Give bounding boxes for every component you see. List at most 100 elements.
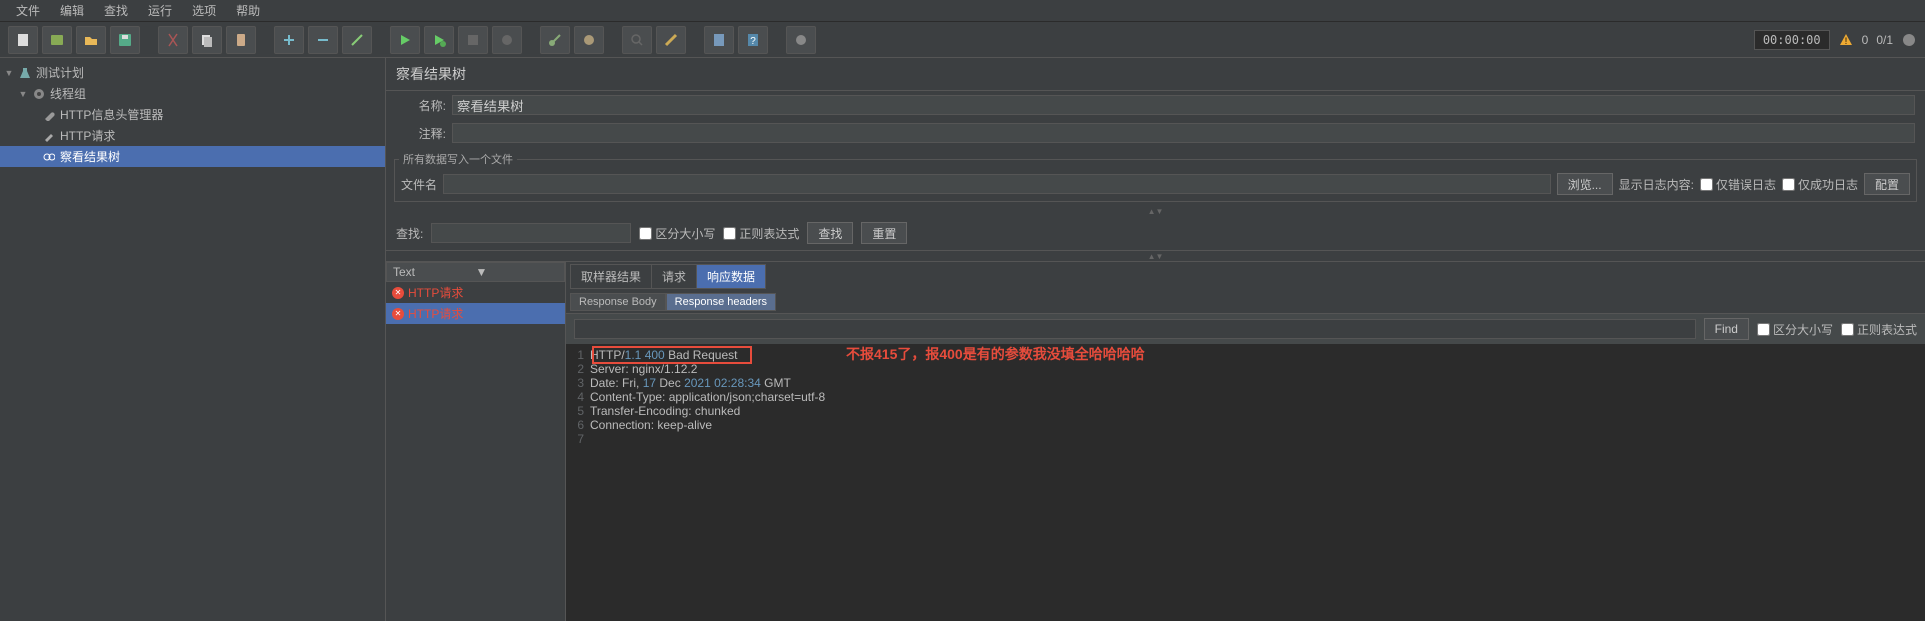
sampler-item-label: HTTP请求: [408, 305, 463, 322]
elapsed-timer: 00:00:00: [1754, 30, 1830, 50]
tree-label: HTTP信息头管理器: [60, 106, 163, 123]
find-button[interactable]: 查找: [807, 222, 853, 244]
subtab-headers[interactable]: Response headers: [666, 293, 776, 311]
code-text: Server: nginx/1.12.2: [590, 362, 697, 376]
menu-options[interactable]: 选项: [184, 0, 224, 21]
sampler-list-panel: Text ▼ ✕ HTTP请求 ✕ HTTP请求: [386, 262, 566, 621]
goggles-icon: [42, 150, 56, 164]
line-number: 5: [570, 404, 590, 418]
shutdown-button[interactable]: [492, 26, 522, 54]
menu-file[interactable]: 文件: [8, 0, 48, 21]
file-output-fieldset: 所有数据写入一个文件 文件名 浏览... 显示日志内容: 仅错误日志 仅成功日志…: [394, 151, 1917, 202]
render-dropdown[interactable]: Text ▼: [386, 262, 565, 282]
filename-input[interactable]: [443, 174, 1551, 194]
collapse-handle-2[interactable]: ▲▼: [386, 251, 1925, 261]
collapse-button[interactable]: [308, 26, 338, 54]
toolbar: ? 00:00:00 ! 0 0/1: [0, 22, 1925, 58]
sampler-items[interactable]: ✕ HTTP请求 ✕ HTTP请求: [386, 282, 565, 621]
code-text: Transfer-Encoding: chunked: [590, 404, 740, 418]
pipette-icon: [42, 129, 56, 143]
menu-bar: 文件 编辑 查找 运行 选项 帮助: [0, 0, 1925, 22]
tree-test-plan[interactable]: ▼ 测试计划: [0, 62, 385, 83]
regex-label: 正则表达式: [739, 225, 799, 242]
render-dropdown-label: Text: [393, 265, 472, 279]
tree-results-tree[interactable]: 察看结果树: [0, 146, 385, 167]
response-regex-label: 正则表达式: [1857, 321, 1917, 338]
response-find-input[interactable]: [574, 319, 1696, 339]
templates-button[interactable]: [42, 26, 72, 54]
tab-sampler-result[interactable]: 取样器结果: [570, 264, 652, 289]
menu-help[interactable]: 帮助: [228, 0, 268, 21]
paste-button[interactable]: [226, 26, 256, 54]
function-helper-button[interactable]: [704, 26, 734, 54]
tree-label: 测试计划: [36, 64, 84, 81]
svg-text:?: ?: [750, 36, 756, 47]
tab-response[interactable]: 响应数据: [696, 264, 766, 289]
flask-icon: [18, 66, 32, 80]
menu-edit[interactable]: 编辑: [52, 0, 92, 21]
detail-panel: 取样器结果 请求 响应数据 Response Body Response hea…: [566, 262, 1925, 621]
search-label: 查找:: [396, 225, 423, 242]
clear-button[interactable]: [540, 26, 570, 54]
configure-button[interactable]: 配置: [1864, 173, 1910, 195]
cut-button[interactable]: [158, 26, 188, 54]
save-button[interactable]: [110, 26, 140, 54]
toggle-button[interactable]: [342, 26, 372, 54]
tree-header-manager[interactable]: HTTP信息头管理器: [0, 104, 385, 125]
response-case-checkbox[interactable]: [1757, 323, 1770, 336]
error-count: 0: [1862, 33, 1869, 47]
search-button[interactable]: [622, 26, 652, 54]
extras-button[interactable]: [786, 26, 816, 54]
help-button[interactable]: ?: [738, 26, 768, 54]
stop-button[interactable]: [458, 26, 488, 54]
open-button[interactable]: [76, 26, 106, 54]
reset-button[interactable]: 重置: [861, 222, 907, 244]
reset-search-button[interactable]: [656, 26, 686, 54]
start-no-pause-button[interactable]: [424, 26, 454, 54]
tree-toggle-icon[interactable]: ▼: [4, 68, 14, 78]
only-success-label: 仅成功日志: [1798, 176, 1858, 193]
tab-request[interactable]: 请求: [651, 264, 697, 289]
start-button[interactable]: [390, 26, 420, 54]
case-checkbox[interactable]: [639, 227, 652, 240]
panel-title: 察看结果树: [386, 58, 1925, 91]
browse-button[interactable]: 浏览...: [1557, 173, 1613, 195]
menu-run[interactable]: 运行: [140, 0, 180, 21]
wrench-icon: [42, 108, 56, 122]
search-input[interactable]: [431, 223, 631, 243]
copy-button[interactable]: [192, 26, 222, 54]
tree-toggle-icon[interactable]: ▼: [18, 89, 28, 99]
error-icon: ✕: [392, 287, 404, 299]
sampler-result-item[interactable]: ✕ HTTP请求: [386, 282, 565, 303]
expand-button[interactable]: [274, 26, 304, 54]
tree-thread-group[interactable]: ▼ 线程组: [0, 83, 385, 104]
filename-label: 文件名: [401, 176, 437, 193]
only-error-checkbox[interactable]: [1700, 178, 1713, 191]
response-headers-text[interactable]: 不报415了，报400是有的参数我没填全哈哈哈哈 1HTTP/1.1 400 B…: [566, 344, 1925, 621]
chevron-down-icon[interactable]: ▼: [472, 265, 559, 279]
clear-all-button[interactable]: [574, 26, 604, 54]
warning-icon: !: [1838, 32, 1854, 48]
name-input[interactable]: [452, 95, 1915, 115]
response-subtabs: Response Body Response headers: [566, 291, 1925, 314]
code-text: Content-Type: application/json;charset=u…: [590, 390, 825, 404]
line-number: 1: [570, 348, 590, 362]
sampler-result-item[interactable]: ✕ HTTP请求: [386, 303, 565, 324]
new-button[interactable]: [8, 26, 38, 54]
tree-http-request[interactable]: HTTP请求: [0, 125, 385, 146]
response-find-row: Find 区分大小写 正则表达式: [566, 314, 1925, 344]
subtab-body[interactable]: Response Body: [570, 293, 666, 311]
response-find-button[interactable]: Find: [1704, 318, 1749, 340]
collapse-handle[interactable]: ▲▼: [386, 206, 1925, 216]
fieldset-legend: 所有数据写入一个文件: [399, 151, 517, 167]
code-text: HTTP/1.1 400 Bad Request: [590, 348, 737, 362]
only-success-checkbox[interactable]: [1782, 178, 1795, 191]
comment-input[interactable]: [452, 123, 1915, 143]
menu-search[interactable]: 查找: [96, 0, 136, 21]
regex-checkbox[interactable]: [723, 227, 736, 240]
test-plan-tree[interactable]: ▼ 测试计划 ▼ 线程组 HTTP信息头管理器 HTTP请求 察看结果树: [0, 58, 386, 621]
line-number: 6: [570, 418, 590, 432]
response-regex-checkbox[interactable]: [1841, 323, 1854, 336]
comment-label: 注释:: [396, 125, 446, 142]
name-label: 名称:: [396, 97, 446, 114]
